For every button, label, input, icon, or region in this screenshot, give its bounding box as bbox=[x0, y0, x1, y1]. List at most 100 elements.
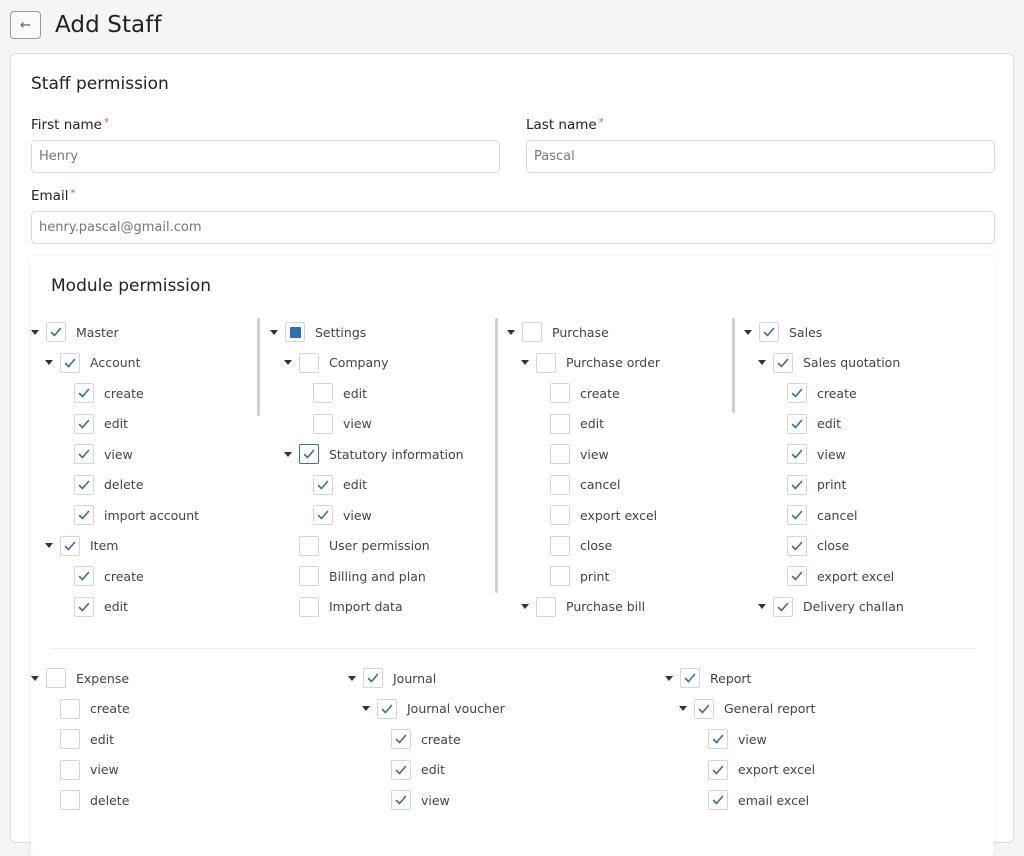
permission-checkbox[interactable] bbox=[391, 729, 411, 749]
permission-checkbox[interactable] bbox=[708, 729, 728, 749]
tree-node-label[interactable]: Journal bbox=[393, 671, 436, 686]
permission-checkbox[interactable] bbox=[550, 383, 570, 403]
first-name-input[interactable] bbox=[31, 140, 500, 173]
tree-node-label[interactable]: edit bbox=[343, 386, 367, 401]
tree-node-label[interactable]: Master bbox=[76, 325, 119, 340]
tree-node-label[interactable]: Expense bbox=[76, 671, 129, 686]
permission-checkbox[interactable] bbox=[377, 698, 397, 719]
permission-checkbox[interactable] bbox=[787, 505, 807, 525]
tree-node-label[interactable]: Sales bbox=[789, 325, 822, 340]
permission-checkbox[interactable] bbox=[60, 698, 80, 719]
tree-node-label[interactable]: edit bbox=[104, 416, 128, 431]
permission-checkbox[interactable] bbox=[60, 790, 80, 810]
permission-checkbox[interactable] bbox=[299, 596, 319, 617]
tree-node-label[interactable]: export excel bbox=[580, 508, 657, 523]
tree-node-label[interactable]: Purchase bbox=[552, 325, 609, 340]
tree-node-label[interactable]: edit bbox=[104, 599, 128, 614]
tree-node-label[interactable]: export excel bbox=[817, 569, 894, 584]
tree-node-label[interactable]: close bbox=[817, 538, 849, 553]
tree-node-label[interactable]: view bbox=[580, 447, 609, 462]
permission-checkbox[interactable] bbox=[391, 790, 411, 810]
permission-checkbox[interactable] bbox=[299, 535, 319, 556]
permission-checkbox[interactable] bbox=[550, 505, 570, 525]
permission-checkbox[interactable] bbox=[60, 352, 80, 373]
caret-down-icon[interactable] bbox=[521, 360, 529, 365]
permission-checkbox[interactable] bbox=[60, 535, 80, 556]
permission-checkbox[interactable] bbox=[708, 790, 728, 810]
permission-checkbox[interactable] bbox=[787, 413, 807, 434]
permission-checkbox[interactable] bbox=[285, 322, 305, 342]
tree-node-label[interactable]: create bbox=[90, 701, 130, 716]
tree-node-label[interactable]: cancel bbox=[817, 508, 858, 523]
caret-down-icon[interactable] bbox=[758, 360, 766, 365]
permission-checkbox[interactable] bbox=[299, 566, 319, 586]
tree-node-label[interactable]: create bbox=[104, 569, 144, 584]
back-button[interactable]: ← bbox=[10, 11, 41, 39]
tree-node-label[interactable]: view bbox=[738, 732, 767, 747]
tree-node-label[interactable]: view bbox=[343, 508, 372, 523]
permission-checkbox[interactable] bbox=[522, 322, 542, 342]
caret-down-icon[interactable] bbox=[348, 675, 356, 681]
permission-checkbox[interactable] bbox=[787, 383, 807, 403]
permission-checkbox[interactable] bbox=[60, 759, 80, 780]
email-input[interactable] bbox=[31, 211, 995, 244]
permission-checkbox[interactable] bbox=[299, 352, 319, 373]
tree-node-label[interactable]: view bbox=[90, 762, 119, 777]
tree-node-label[interactable]: Import data bbox=[329, 599, 403, 614]
caret-down-icon[interactable] bbox=[45, 360, 53, 365]
tree-node-label[interactable]: General report bbox=[724, 701, 815, 716]
permission-checkbox[interactable] bbox=[391, 759, 411, 780]
permission-checkbox[interactable] bbox=[550, 413, 570, 434]
permission-checkbox[interactable] bbox=[60, 729, 80, 749]
tree-node-label[interactable]: print bbox=[580, 569, 609, 584]
tree-node-label[interactable]: Report bbox=[710, 671, 751, 686]
tree-node-label[interactable]: Billing and plan bbox=[329, 569, 426, 584]
permission-checkbox[interactable] bbox=[74, 444, 94, 464]
tree-node-label[interactable]: edit bbox=[817, 416, 841, 431]
tree-node-label[interactable]: close bbox=[580, 538, 612, 553]
tree-node-label[interactable]: Statutory information bbox=[329, 447, 464, 462]
permission-checkbox[interactable] bbox=[550, 474, 570, 495]
tree-node-label[interactable]: edit bbox=[343, 477, 367, 492]
permission-checkbox[interactable] bbox=[313, 413, 333, 434]
caret-down-icon[interactable] bbox=[45, 543, 53, 548]
permission-checkbox[interactable] bbox=[550, 444, 570, 464]
permission-checkbox[interactable] bbox=[787, 474, 807, 495]
tree-node-label[interactable]: create bbox=[580, 386, 620, 401]
last-name-input[interactable] bbox=[526, 140, 995, 173]
permission-checkbox[interactable] bbox=[74, 566, 94, 586]
tree-node-label[interactable]: view bbox=[817, 447, 846, 462]
tree-node-label[interactable]: export excel bbox=[738, 762, 815, 777]
permission-checkbox[interactable] bbox=[46, 668, 66, 688]
permission-checkbox[interactable] bbox=[74, 413, 94, 434]
caret-down-icon[interactable] bbox=[507, 329, 515, 335]
scrollbar[interactable] bbox=[732, 318, 735, 413]
tree-node-label[interactable]: Delivery challan bbox=[803, 599, 904, 614]
permission-checkbox[interactable] bbox=[313, 383, 333, 403]
permission-checkbox[interactable] bbox=[787, 566, 807, 586]
caret-down-icon[interactable] bbox=[284, 360, 292, 365]
caret-down-icon[interactable] bbox=[744, 329, 752, 335]
caret-down-icon[interactable] bbox=[665, 675, 673, 681]
scrollbar[interactable] bbox=[257, 318, 260, 416]
tree-node-label[interactable]: cancel bbox=[580, 477, 621, 492]
tree-node-label[interactable]: create bbox=[817, 386, 857, 401]
tree-node-label[interactable]: Item bbox=[90, 538, 118, 553]
tree-node-label[interactable]: view bbox=[104, 447, 133, 462]
permission-checkbox[interactable] bbox=[74, 505, 94, 525]
tree-node-label[interactable]: Journal voucher bbox=[407, 701, 505, 716]
permission-checkbox[interactable] bbox=[708, 759, 728, 780]
tree-node-label[interactable]: delete bbox=[104, 477, 143, 492]
caret-down-icon[interactable] bbox=[31, 329, 39, 335]
tree-node-label[interactable]: Settings bbox=[315, 325, 366, 340]
permission-checkbox[interactable] bbox=[773, 352, 793, 373]
permission-checkbox[interactable] bbox=[787, 444, 807, 464]
caret-down-icon[interactable] bbox=[31, 675, 39, 681]
caret-down-icon[interactable] bbox=[758, 604, 766, 609]
scrollbar[interactable] bbox=[495, 318, 498, 593]
permission-checkbox[interactable] bbox=[74, 383, 94, 403]
tree-node-label[interactable]: edit bbox=[90, 732, 114, 747]
permission-checkbox[interactable] bbox=[759, 322, 779, 342]
tree-node-label[interactable]: create bbox=[421, 732, 461, 747]
tree-node-label[interactable]: Purchase order bbox=[566, 355, 660, 370]
